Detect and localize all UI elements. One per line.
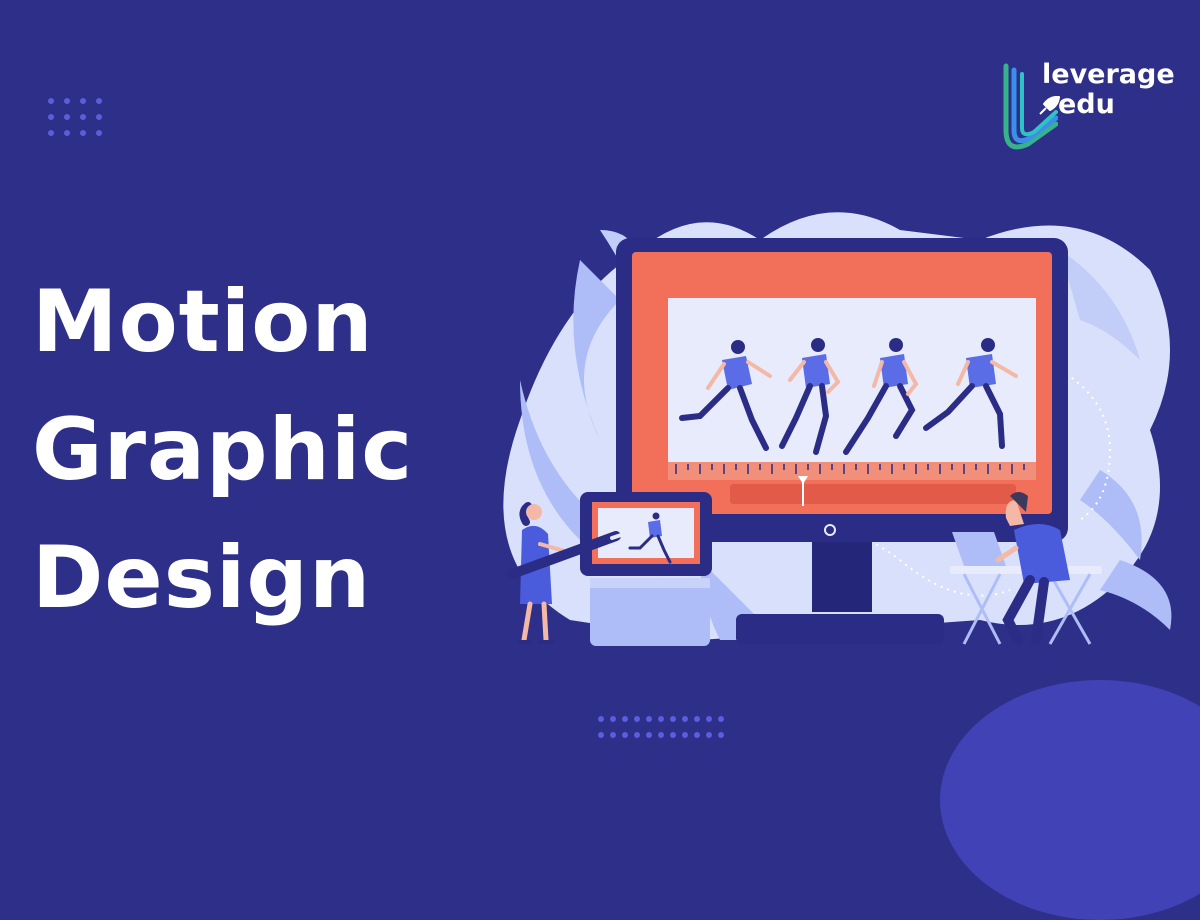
dot-grid-decoration <box>598 716 724 738</box>
banner: Motion Graphic Design leverage edu <box>0 0 1200 920</box>
motion-design-illustration <box>503 212 1172 646</box>
tablet-illustration <box>580 492 712 646</box>
